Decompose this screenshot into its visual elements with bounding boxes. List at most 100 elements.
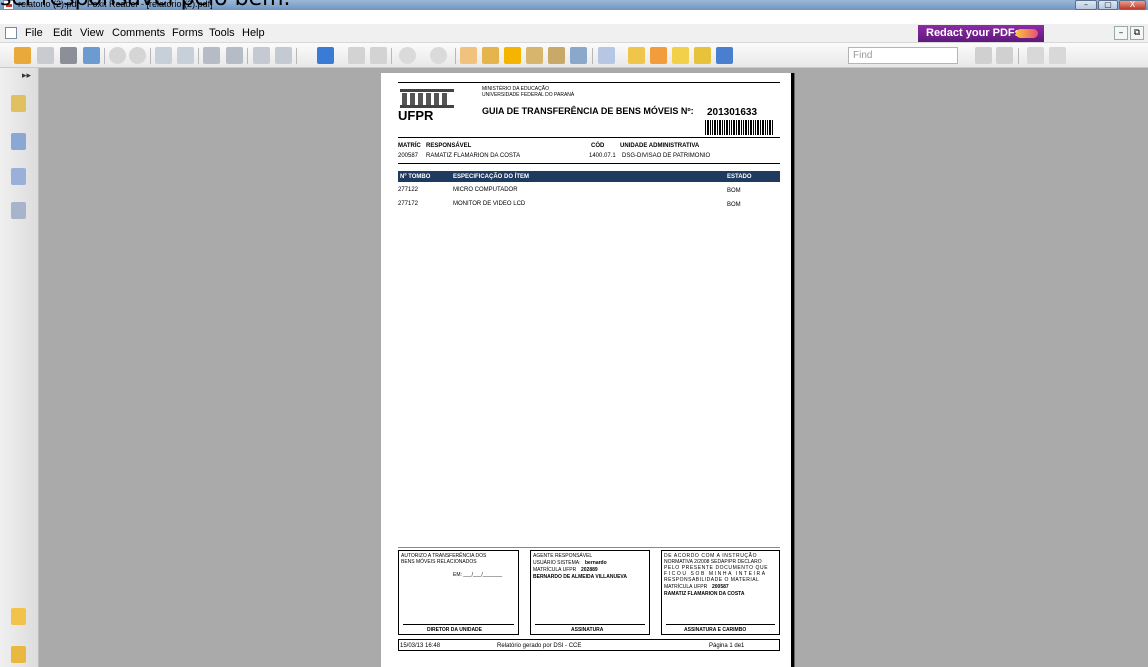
row-estado: BOM xyxy=(727,188,741,194)
previous-page-icon[interactable] xyxy=(109,47,126,64)
open-icon[interactable] xyxy=(14,47,31,64)
row-estado: BOM xyxy=(727,202,741,208)
back-arrow-icon[interactable] xyxy=(155,47,172,64)
director-date: EM: ___/___/_______ xyxy=(453,572,503,578)
signature-top-rule xyxy=(398,547,780,548)
find-input[interactable]: Find xyxy=(848,47,958,64)
pdf-page: UFPR MINISTÉRIO DA EDUCAÇÃO UNIVERSIDADE… xyxy=(381,73,794,667)
maximize-button[interactable]: ▢ xyxy=(1098,0,1118,10)
resp-sign-line xyxy=(666,624,775,625)
info-matric-value: 200587 xyxy=(398,153,419,159)
textbox-icon[interactable] xyxy=(672,47,689,64)
minimize-button[interactable]: – xyxy=(1075,0,1097,10)
info-header-matric: MATRÍC xyxy=(398,143,421,149)
footer-timestamp: 15/03/13 16:48 xyxy=(400,643,441,649)
pattern-icon[interactable] xyxy=(1049,47,1066,64)
hand-tool-icon[interactable] xyxy=(460,47,477,64)
agent-footer: ASSINATURA xyxy=(571,627,604,633)
director-line2: BENS MÓVEIS RELACIONADOS xyxy=(401,559,477,565)
page-footer: 15/03/13 16:48 Relatório gerado por DSI … xyxy=(398,639,780,651)
menu-view[interactable]: View xyxy=(80,27,104,39)
agent-name: BERNARDO DE ALMEIDA VILLANUEVA xyxy=(533,574,627,580)
typewriter-icon[interactable] xyxy=(598,47,615,64)
menu-help[interactable]: Help xyxy=(242,27,265,39)
binoculars-icon[interactable] xyxy=(526,47,543,64)
info-header-responsavel: RESPONSÁVEL xyxy=(426,143,472,149)
comment-icon[interactable] xyxy=(694,47,711,64)
col-header-tombo: Nº TOMBO xyxy=(400,174,431,180)
doc-minimize-button[interactable]: – xyxy=(1114,26,1128,40)
footer-generated: Relatório gerado por DSI - CCE xyxy=(497,643,582,649)
toolbar-separator xyxy=(198,48,199,64)
expand-sidebar-icon[interactable]: ▸▸ xyxy=(22,71,31,81)
save-icon[interactable] xyxy=(37,47,54,64)
col-header-estado: ESTADO xyxy=(727,174,752,180)
text-field-icon[interactable] xyxy=(548,47,565,64)
signature-box-director: AUTORIZO A TRANSFERÊNCIA DOS BENS MÓVEIS… xyxy=(398,550,519,635)
info-responsavel-value: RAMATIZ FLAMARION DA COSTA xyxy=(426,153,521,159)
fit-width-icon[interactable] xyxy=(370,47,387,64)
menu-edit[interactable]: Edit xyxy=(53,27,72,39)
menu-comments[interactable]: Comments xyxy=(112,27,165,39)
menu-forms[interactable]: Forms xyxy=(172,27,203,39)
navigation-sidebar: ▸▸ xyxy=(0,68,39,667)
toolbar: Find xyxy=(0,43,1148,68)
bookmarks-panel-icon[interactable] xyxy=(11,133,26,150)
signature-box-responsible: DE ACORDO COM A INSTRUÇÃO NORMATIVA 2/20… xyxy=(661,550,780,635)
info-header-unidade: UNIDADE ADMINISTRATIVA xyxy=(620,143,700,149)
print-icon[interactable] xyxy=(60,47,77,64)
info-bottom-rule xyxy=(398,163,780,164)
redact-promo-button[interactable]: Redact your PDFs xyxy=(918,25,1044,42)
highlight-icon[interactable] xyxy=(628,47,645,64)
toolbar-separator xyxy=(1018,48,1019,64)
pointer-icon[interactable] xyxy=(504,47,521,64)
signature-box-agent: AGENTE RESPONSÁVEL USUÁRIO SISTEMA: bern… xyxy=(530,550,650,635)
annotations-panel-icon[interactable] xyxy=(11,168,26,185)
fit-page-icon[interactable] xyxy=(348,47,365,64)
zoom-out-icon[interactable] xyxy=(399,47,416,64)
arrow-icon[interactable] xyxy=(716,47,733,64)
toolbar-separator xyxy=(150,48,151,64)
footer-page-number: Página 1 de1 xyxy=(709,643,745,649)
forward-arrow-icon[interactable] xyxy=(177,47,194,64)
snapshot-icon[interactable] xyxy=(203,47,220,64)
director-footer: DIRETOR DA UNIDADE xyxy=(427,627,483,633)
toolbar-separator xyxy=(104,48,105,64)
email-icon[interactable] xyxy=(83,47,100,64)
row-tombo: 277172 xyxy=(398,201,419,207)
toolbar-separator xyxy=(391,48,392,64)
image-icon[interactable] xyxy=(570,47,587,64)
find-next-icon[interactable] xyxy=(996,47,1013,64)
attachments-panel-icon[interactable] xyxy=(11,646,26,663)
pages-panel-icon[interactable] xyxy=(11,95,26,112)
menu-file[interactable]: File xyxy=(25,27,43,39)
find-previous-icon[interactable] xyxy=(975,47,992,64)
row-especificacao: MICRO COMPUTADOR xyxy=(453,187,518,193)
zoom-icon[interactable] xyxy=(317,47,334,64)
resp-line5: RESPONSABILIDADE O MATERIAL xyxy=(664,577,760,583)
ufpr-building-logo xyxy=(400,89,454,108)
note-icon[interactable] xyxy=(650,47,667,64)
select-annotation-icon[interactable] xyxy=(482,47,499,64)
items-table-header: Nº TOMBO ESPECIFICAÇÃO DO ÍTEM ESTADO xyxy=(398,171,780,182)
agent-user-value: bernardo xyxy=(585,560,607,566)
header-top-rule xyxy=(398,82,780,83)
layers-panel-icon[interactable] xyxy=(11,202,26,219)
zoom-in-icon[interactable] xyxy=(430,47,447,64)
agent-sign-line xyxy=(535,624,645,625)
info-cod-value: 1400.07.1 xyxy=(589,153,616,159)
document-number: 201301633 xyxy=(707,107,758,118)
page-view-icon[interactable] xyxy=(1027,47,1044,64)
agent-matricula-label: MATRÍCULA UFPR xyxy=(533,567,577,573)
redo-icon[interactable] xyxy=(275,47,292,64)
doc-restore-button[interactable]: ⧉ xyxy=(1130,26,1144,40)
close-button[interactable]: X xyxy=(1119,0,1146,10)
next-page-icon[interactable] xyxy=(129,47,146,64)
toolbar-separator xyxy=(592,48,593,64)
menu-tools[interactable]: Tools xyxy=(209,27,235,39)
info-unidade-value: DSG-DIVISAO DE PATRIMONIO xyxy=(622,153,711,159)
undo-icon[interactable] xyxy=(253,47,270,64)
select-text-icon[interactable] xyxy=(226,47,243,64)
barcode-icon xyxy=(705,120,773,135)
comments-panel-icon[interactable] xyxy=(11,608,26,625)
